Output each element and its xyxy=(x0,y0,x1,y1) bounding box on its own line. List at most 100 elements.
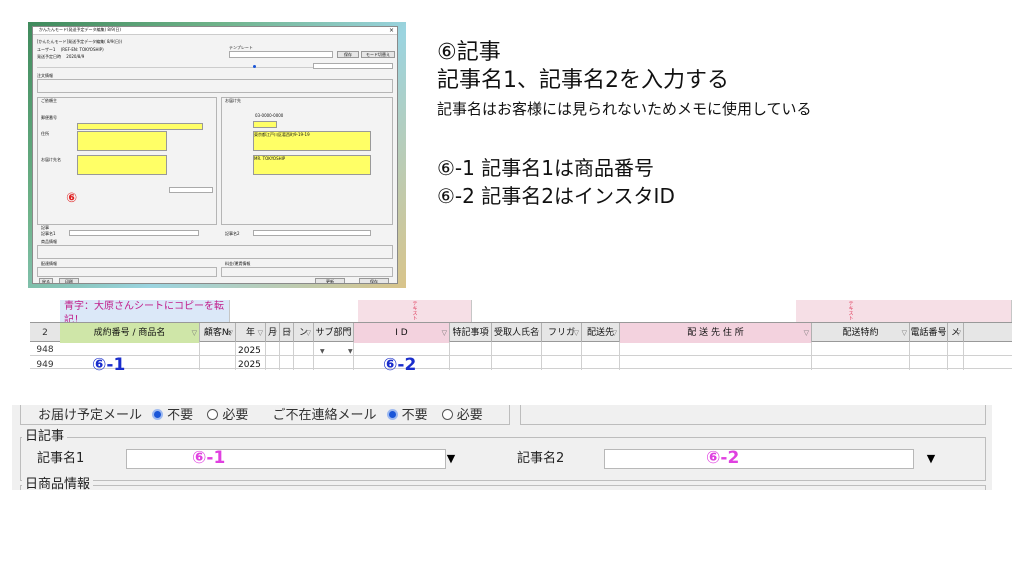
column-line xyxy=(491,342,492,370)
update-button[interactable]: 更新 xyxy=(315,278,345,283)
chevron-down-icon[interactable]: ▼ xyxy=(442,450,460,468)
filter-icon[interactable]: ▽ xyxy=(612,323,617,343)
column-header[interactable]: 配送特約 ▽ xyxy=(812,323,910,343)
mode-switch-button[interactable]: モード切替え xyxy=(361,51,395,58)
order-section-title: 注文情報 xyxy=(37,73,53,78)
column-header[interactable]: メ ▽ xyxy=(948,323,964,343)
column-header[interactable]: ン ▽ xyxy=(294,323,314,343)
product-section-title: 商品情報 xyxy=(41,239,57,244)
user-label: ユーザー1 xyxy=(37,47,56,52)
cell-year-949[interactable]: 2025 xyxy=(238,360,261,370)
save-bottom-button[interactable]: 保存 xyxy=(359,278,389,283)
field2-label: 記事名2 xyxy=(514,451,568,467)
sender-address-label: 住所 xyxy=(41,131,49,136)
chevron-down-icon[interactable]: ▼ xyxy=(922,450,940,468)
filter-icon[interactable]: ▽ xyxy=(192,323,197,343)
spreadsheet: 青字：大原さんシートにコピーを転記！ テキスト テキスト 2 成約番号 / 商品… xyxy=(30,300,1012,370)
filter-icon[interactable]: ▽ xyxy=(306,323,311,343)
column-header[interactable]: 電話番号 ▽ xyxy=(910,323,948,343)
sender-name-input[interactable] xyxy=(77,155,167,175)
column-header[interactable]: 日 ▽ xyxy=(280,323,294,343)
recipient-name-input[interactable]: MR. TOKYOSHIP xyxy=(253,155,371,175)
filter-icon[interactable]: ▽ xyxy=(804,323,809,343)
column-header[interactable]: 配送先 ▽ xyxy=(582,323,620,343)
date-label: 発送予定日時 xyxy=(37,54,61,59)
marker-circle-6: ⑥ xyxy=(66,191,78,206)
form-header: [かんたんモード]発送予定データ編集( 8/9(日)) xyxy=(37,39,123,44)
filter-icon[interactable]: ▽ xyxy=(258,323,263,343)
kiji-field2-input[interactable] xyxy=(253,230,371,236)
window-title-bar: かんたんモード(発送予定データ編集) 8/9(日) × xyxy=(33,27,397,35)
filter-icon[interactable]: ▽ xyxy=(286,323,291,343)
option-input[interactable] xyxy=(313,63,393,69)
column-header[interactable]: 年 ▽ xyxy=(236,323,266,343)
column-line xyxy=(353,342,354,370)
back-button[interactable]: 戻る xyxy=(39,278,53,283)
delivery-panel xyxy=(37,267,217,277)
column-line xyxy=(947,342,948,370)
kiji-field2-label: 記事名2 xyxy=(225,231,240,236)
delivery-section-title: 配達情報 xyxy=(41,261,57,266)
filter-icon[interactable]: ▽ xyxy=(574,323,579,343)
kiji-name1-input[interactable] xyxy=(126,449,446,469)
filter-icon[interactable]: ▽ xyxy=(346,323,351,343)
column-header-label: 年 xyxy=(245,328,255,338)
recipient-postal-input[interactable] xyxy=(253,121,277,128)
close-icon[interactable]: × xyxy=(389,27,394,35)
note-cell[interactable]: 青字：大原さんシートにコピーを転記！ xyxy=(60,300,230,326)
window-title: かんたんモード(発送予定データ編集) 8/9(日) xyxy=(39,27,121,32)
filter-icon[interactable]: ▽ xyxy=(940,323,945,343)
column-header[interactable]: 受取人氏名 ▽ xyxy=(492,323,542,343)
cell-year-948[interactable]: 2025 xyxy=(238,346,261,356)
column-header-label: フリガ xyxy=(547,328,575,338)
column-header-row: 2 成約番号 / 商品名 ▽ 顧客№ ▽ 年 ▽ 月 ▽ 日 ▽ ン ▽ サブ部門 ▽ I D ▽ 特記事項 ▽ 受… xyxy=(30,322,1012,343)
zoomed-form: お届け予定メール 不要 必要 ご不在連絡メール 不要 必要 日記事 記事名1 ▼… xyxy=(12,405,992,490)
filter-icon[interactable]: ▽ xyxy=(956,323,961,343)
kiji-field1-input[interactable] xyxy=(69,230,199,236)
column-header[interactable]: 顧客№ ▽ xyxy=(200,323,236,343)
column-header[interactable]: 特記事項 ▽ xyxy=(450,323,492,343)
filter-icon[interactable]: ▽ xyxy=(484,323,489,343)
filter-icon[interactable]: ▽ xyxy=(902,323,907,343)
column-header[interactable]: フリガ ▽ xyxy=(542,323,582,343)
column-header[interactable]: 成約番号 / 商品名 ▽ xyxy=(60,323,200,343)
row-line xyxy=(30,355,1012,356)
column-header-label: 配送先 xyxy=(586,328,614,338)
filter-icon[interactable]: ▽ xyxy=(228,323,233,343)
column-line xyxy=(963,342,964,370)
column-header[interactable]: 配 送 先 住 所 ▽ xyxy=(620,323,812,343)
recipient-name-value: MR. TOKYOSHIP xyxy=(254,156,286,161)
field1-marker: ⑥-1 xyxy=(192,448,226,468)
sender-postal-label: 郵便番号 xyxy=(41,115,57,120)
recipient-phone: 03-0000-0000 xyxy=(255,113,284,118)
recipient-address-input[interactable]: 東京都江戸川区葛西町9-19-19 xyxy=(253,131,371,151)
column-header[interactable]: サブ部門 ▽ xyxy=(314,323,354,343)
kiji-section-title: 日記事 xyxy=(22,429,68,445)
explanation-line3: ⑥-1 記事名1は商品番号 xyxy=(437,156,654,180)
row-number-949: 949 xyxy=(36,360,54,370)
date-value[interactable]: 2020/8/9 xyxy=(66,54,84,59)
sheet-label-6-2: ⑥-2 xyxy=(383,355,417,375)
payment-panel xyxy=(221,267,393,277)
print-button[interactable]: 印刷 xyxy=(59,278,79,283)
column-header[interactable]: I D ▽ xyxy=(354,323,450,343)
filter-icon[interactable]: ▽ xyxy=(534,323,539,343)
row-line xyxy=(30,368,1012,369)
chevron-down-icon[interactable]: ▼ xyxy=(320,348,325,355)
chevron-down-icon[interactable]: ▼ xyxy=(348,348,353,355)
kiji-name2-input[interactable] xyxy=(604,449,914,469)
template-select[interactable] xyxy=(229,51,333,58)
sender-select[interactable] xyxy=(169,187,213,193)
column-line xyxy=(293,342,294,370)
sender-address-input[interactable] xyxy=(77,131,167,151)
payment-section-title: 料金/運賃情報 xyxy=(225,261,251,266)
right-frame-top xyxy=(520,405,986,425)
column-line xyxy=(619,342,620,370)
save-top-button[interactable]: 保存 xyxy=(337,51,359,58)
kiji-field1-label: 記事名1 xyxy=(41,231,56,236)
filter-icon[interactable]: ▽ xyxy=(442,323,447,343)
filter-icon[interactable]: ▽ xyxy=(272,323,277,343)
sender-postal-input[interactable] xyxy=(77,123,203,130)
radio-selected[interactable] xyxy=(253,65,256,68)
column-header[interactable]: 月 ▽ xyxy=(266,323,280,343)
